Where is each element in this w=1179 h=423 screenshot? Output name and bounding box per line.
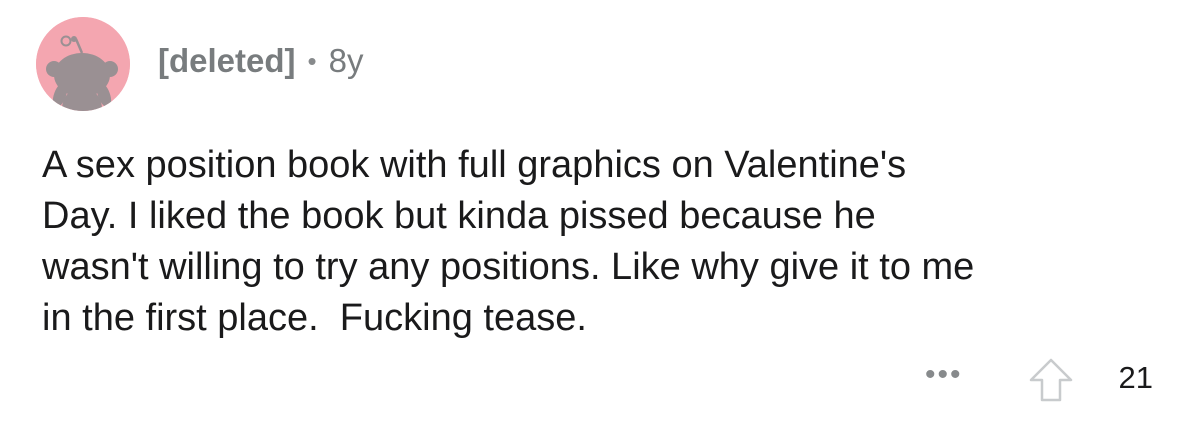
comment-actions: ••• 21 [925, 352, 1153, 408]
comment-body: A sex position book with full graphics o… [42, 144, 975, 339]
vote-score: 21 [1118, 360, 1153, 395]
avatar[interactable] [36, 17, 130, 111]
upvote-arrow-icon [1029, 358, 1072, 402]
snoo-avatar-icon [36, 17, 130, 111]
username[interactable]: [deleted] [158, 42, 296, 80]
comment-meta: [deleted] • 8y [158, 42, 363, 80]
comment-age: 8y [328, 42, 364, 79]
comment: [deleted] • 8y A sex position book with … [0, 0, 1179, 423]
more-options-button[interactable]: ••• [925, 358, 963, 392]
upvote-button[interactable] [1027, 356, 1075, 404]
comment-header: [deleted] • 8y [36, 17, 363, 111]
meta-separator: • [307, 45, 317, 76]
